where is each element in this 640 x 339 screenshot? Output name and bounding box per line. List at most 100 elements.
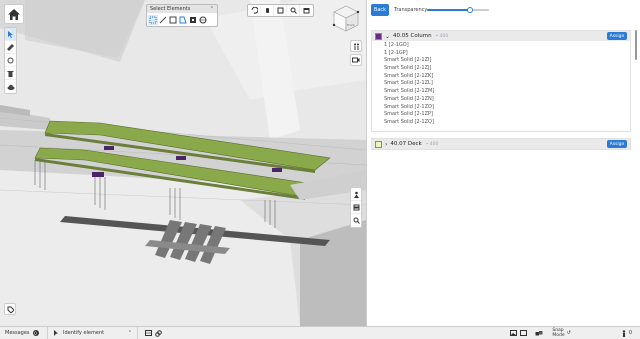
- gallery-icon: [519, 330, 527, 336]
- pan-button[interactable]: [261, 5, 274, 16]
- view-cube[interactable]: Front: [332, 4, 360, 32]
- polygon-select-button[interactable]: [178, 15, 188, 25]
- rect-select-button[interactable]: [168, 15, 178, 25]
- undo-view-button[interactable]: [248, 5, 261, 16]
- walk-icon: [353, 43, 359, 50]
- messages-label: Messages: [5, 330, 30, 336]
- cursor-icon: [8, 30, 13, 38]
- zoom-button[interactable]: [287, 5, 300, 16]
- group-column-header[interactable]: ⌄ 40.05 Column • 400 Assign: [372, 31, 630, 41]
- collapse-icon[interactable]: ⌃: [210, 6, 214, 12]
- list-item[interactable]: Smart Solid [2-1ZM]: [384, 88, 630, 96]
- pointer-select-button[interactable]: [148, 14, 158, 25]
- transparency-slider[interactable]: [427, 7, 489, 13]
- camera-button[interactable]: [350, 54, 362, 66]
- home-button[interactable]: [4, 4, 24, 24]
- gallery-button[interactable]: [518, 328, 528, 338]
- group-deck: › 40.07 Deck • 400 Assign: [371, 138, 631, 150]
- zoom-icon: [290, 7, 297, 14]
- globe-icon: [199, 16, 207, 23]
- group-color-swatch[interactable]: [375, 140, 382, 148]
- grid-button[interactable]: [143, 328, 153, 338]
- screenshot-icon: [303, 8, 310, 14]
- person-icon: [622, 329, 626, 337]
- group-count: • 400: [435, 33, 449, 39]
- identify-element-status[interactable]: Identify element ⌃: [48, 326, 138, 339]
- grid-icon: [144, 330, 152, 336]
- transparency-knob[interactable]: [467, 7, 474, 13]
- list-item[interactable]: Smart Solid [2-1ZI]: [384, 57, 630, 65]
- fit-view-button[interactable]: [274, 5, 287, 16]
- group-items-list: 1 [2-1GO] 1 [2-1GP] Smart Solid [2-1ZI] …: [372, 41, 630, 131]
- group-title: 40.07 Deck: [390, 141, 422, 147]
- list-item[interactable]: 1 [2-1GO]: [384, 42, 630, 50]
- delete-tool[interactable]: [5, 67, 16, 80]
- isolate-button[interactable]: [188, 15, 198, 25]
- list-item[interactable]: Smart Solid [2-1ZJ]: [384, 65, 630, 73]
- left-toolbar: [4, 27, 17, 94]
- cloud-tool[interactable]: [5, 80, 16, 93]
- line-select-button[interactable]: [158, 15, 168, 25]
- trash-icon: [7, 70, 14, 77]
- tag-button[interactable]: [4, 303, 16, 315]
- list-item[interactable]: Smart Solid [2-1ZN]: [384, 96, 630, 104]
- select-tool[interactable]: [5, 28, 16, 41]
- select-elements-panel: Select Elements ⌃: [146, 4, 218, 27]
- panel-scrollbar[interactable]: [635, 30, 637, 60]
- search-button[interactable]: [351, 214, 361, 227]
- bridge-model[interactable]: [0, 0, 366, 326]
- rect-select-icon: [169, 16, 177, 23]
- search-icon: [353, 217, 360, 224]
- isolate-icon: [190, 16, 196, 23]
- assign-button[interactable]: Assign: [607, 140, 627, 148]
- transparency-fill: [427, 9, 471, 11]
- globe-button[interactable]: [198, 15, 208, 25]
- list-item[interactable]: Smart Solid [2-1ZL]: [384, 80, 630, 88]
- video-camera-icon: [352, 57, 360, 63]
- right-count: 0: [628, 330, 632, 336]
- chevron-down-icon[interactable]: ⌄: [385, 33, 390, 40]
- group-color-swatch[interactable]: [375, 32, 382, 40]
- select-elements-title: Select Elements: [150, 6, 191, 12]
- home-icon: [8, 8, 20, 20]
- chevron-up-icon[interactable]: ⌃: [128, 330, 132, 336]
- back-button[interactable]: Back: [371, 4, 389, 16]
- pan-hand-icon: [265, 8, 269, 13]
- chevron-right-icon[interactable]: ›: [385, 141, 387, 148]
- layers-icon: [353, 204, 359, 210]
- messages-button[interactable]: Messages 0: [0, 326, 48, 339]
- tag-icon: [7, 306, 14, 313]
- line-select-icon: [159, 16, 167, 23]
- list-item[interactable]: Smart Solid [2-1ZO]: [384, 104, 630, 112]
- brush-icon: [7, 57, 14, 63]
- image-icon: [509, 330, 517, 336]
- measure-tool[interactable]: [5, 41, 16, 54]
- select-elements-header: Select Elements ⌃: [147, 5, 217, 13]
- properties-panel: Back Transparency ⌄ 40.05 Column • 400 A…: [366, 0, 640, 326]
- fit-view-icon: [277, 7, 283, 14]
- ruler-icon: [7, 43, 14, 51]
- list-item[interactable]: Smart Solid [2-1ZK]: [384, 73, 630, 81]
- cloud-icon: [7, 84, 14, 90]
- person-button[interactable]: [351, 188, 361, 201]
- layers-button[interactable]: [351, 201, 361, 214]
- list-item[interactable]: Smart Solid [2-1ZQ]: [384, 119, 630, 127]
- cubes-button[interactable]: [534, 328, 544, 338]
- group-column: ⌄ 40.05 Column • 400 Assign 1 [2-1GO] 1 …: [371, 30, 631, 132]
- link-button[interactable]: [153, 328, 163, 338]
- image-button[interactable]: [508, 328, 518, 338]
- person-status-button[interactable]: [619, 328, 629, 338]
- view-toolbar: [247, 4, 314, 17]
- assign-button[interactable]: Assign: [607, 32, 627, 40]
- snap-mode-icon[interactable]: ↺: [567, 330, 571, 336]
- list-item[interactable]: Smart Solid [2-1ZP]: [384, 111, 630, 119]
- messages-badge: 0: [32, 330, 39, 336]
- 3d-viewport[interactable]: Select Elements ⌃ Front: [0, 0, 366, 326]
- screenshot-button[interactable]: [300, 5, 313, 16]
- group-title: 40.05 Column: [393, 33, 432, 39]
- list-item[interactable]: 1 [2-1GP]: [384, 50, 630, 58]
- walk-button[interactable]: [350, 40, 362, 52]
- markup-tool[interactable]: [5, 54, 16, 67]
- group-deck-header[interactable]: › 40.07 Deck • 400 Assign: [372, 139, 630, 149]
- snap-mode-label[interactable]: Snap Mode: [552, 328, 564, 338]
